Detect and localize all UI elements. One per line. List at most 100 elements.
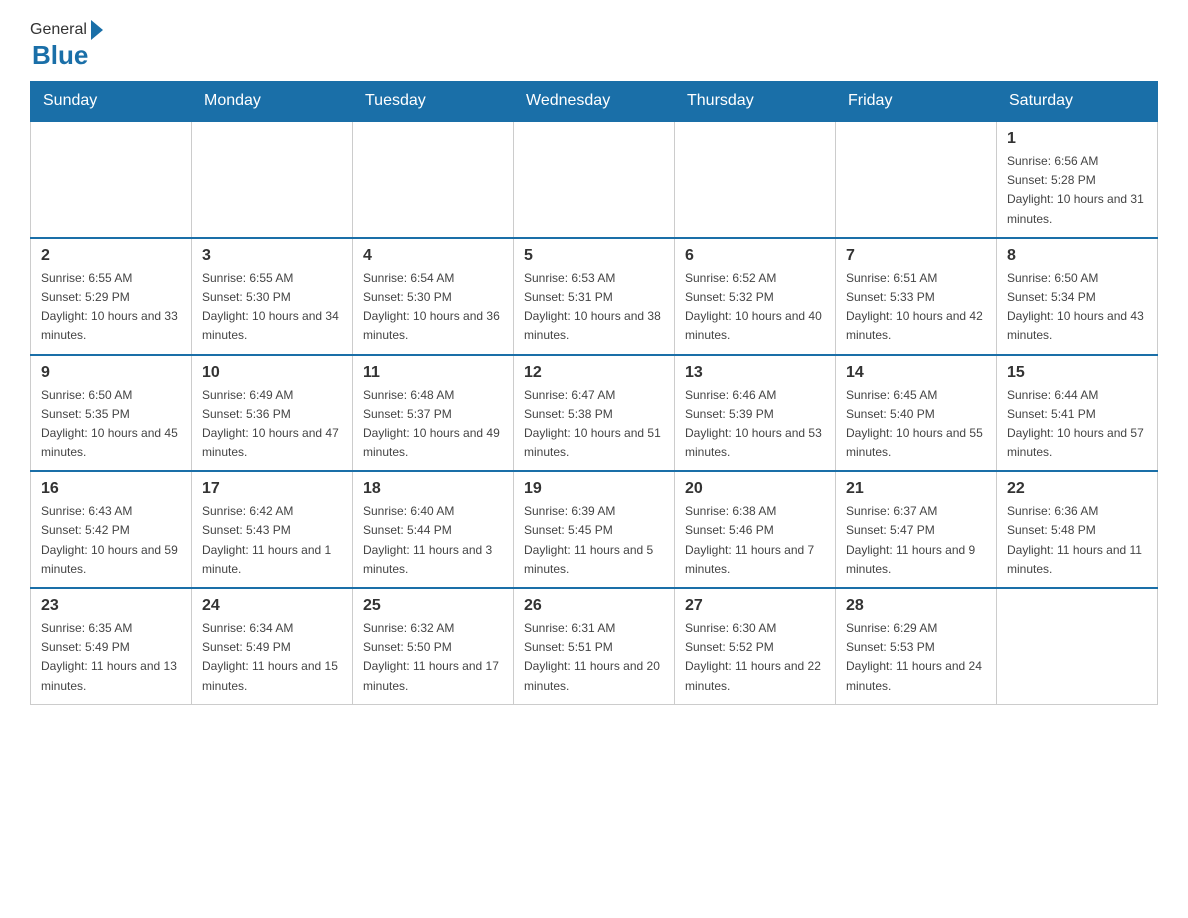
day-info: Sunrise: 6:48 AMSunset: 5:37 PMDaylight:… (363, 386, 503, 463)
day-number: 3 (202, 247, 342, 265)
calendar-cell: 5 Sunrise: 6:53 AMSunset: 5:31 PMDaylight… (514, 238, 675, 355)
day-number: 8 (1007, 247, 1147, 265)
calendar-week-5: 23 Sunrise: 6:35 AMSunset: 5:49 PMDayligh… (31, 588, 1158, 704)
day-number: 16 (41, 480, 181, 498)
day-info: Sunrise: 6:35 AMSunset: 5:49 PMDaylight:… (41, 619, 181, 696)
day-number: 17 (202, 480, 342, 498)
calendar-cell: 8 Sunrise: 6:50 AMSunset: 5:34 PMDaylight… (997, 238, 1158, 355)
day-info: Sunrise: 6:30 AMSunset: 5:52 PMDaylight:… (685, 619, 825, 696)
calendar-cell: 1 Sunrise: 6:56 AMSunset: 5:28 PMDaylight… (997, 121, 1158, 238)
day-info: Sunrise: 6:38 AMSunset: 5:46 PMDaylight:… (685, 502, 825, 579)
calendar-cell: 25 Sunrise: 6:32 AMSunset: 5:50 PMDayligh… (353, 588, 514, 704)
calendar-header-monday: Monday (192, 82, 353, 122)
day-info: Sunrise: 6:55 AMSunset: 5:30 PMDaylight:… (202, 269, 342, 346)
day-info: Sunrise: 6:29 AMSunset: 5:53 PMDaylight:… (846, 619, 986, 696)
day-number: 5 (524, 247, 664, 265)
day-number: 1 (1007, 130, 1147, 148)
logo-blue-text: Blue (30, 40, 103, 71)
day-info: Sunrise: 6:34 AMSunset: 5:49 PMDaylight:… (202, 619, 342, 696)
day-info: Sunrise: 6:50 AMSunset: 5:35 PMDaylight:… (41, 386, 181, 463)
day-info: Sunrise: 6:49 AMSunset: 5:36 PMDaylight:… (202, 386, 342, 463)
calendar-cell: 26 Sunrise: 6:31 AMSunset: 5:51 PMDayligh… (514, 588, 675, 704)
calendar-cell: 21 Sunrise: 6:37 AMSunset: 5:47 PMDayligh… (836, 471, 997, 588)
calendar-header-wednesday: Wednesday (514, 82, 675, 122)
calendar-cell: 27Sunrise: 6:30 AMSunset: 5:52 PMDayligh… (675, 588, 836, 704)
day-info: Sunrise: 6:53 AMSunset: 5:31 PMDaylight:… (524, 269, 664, 346)
calendar-cell (836, 121, 997, 238)
day-info: Sunrise: 6:31 AMSunset: 5:51 PMDaylight:… (524, 619, 664, 696)
day-number: 15 (1007, 364, 1147, 382)
calendar-cell: 18 Sunrise: 6:40 AMSunset: 5:44 PMDayligh… (353, 471, 514, 588)
day-info: Sunrise: 6:46 AMSunset: 5:39 PMDaylight:… (685, 386, 825, 463)
day-info: Sunrise: 6:42 AMSunset: 5:43 PMDaylight:… (202, 502, 342, 579)
calendar-cell (353, 121, 514, 238)
day-info: Sunrise: 6:51 AMSunset: 5:33 PMDaylight:… (846, 269, 986, 346)
day-info: Sunrise: 6:43 AMSunset: 5:42 PMDaylight:… (41, 502, 181, 579)
calendar-cell: 17 Sunrise: 6:42 AMSunset: 5:43 PMDayligh… (192, 471, 353, 588)
calendar-cell: 24 Sunrise: 6:34 AMSunset: 5:49 PMDayligh… (192, 588, 353, 704)
calendar-cell: 2Sunrise: 6:55 AMSunset: 5:29 PMDaylight… (31, 238, 192, 355)
day-number: 6 (685, 247, 825, 265)
day-number: 12 (524, 364, 664, 382)
calendar-cell: 12 Sunrise: 6:47 AMSunset: 5:38 PMDayligh… (514, 355, 675, 472)
day-info: Sunrise: 6:55 AMSunset: 5:29 PMDaylight:… (41, 269, 181, 346)
day-number: 24 (202, 597, 342, 615)
page-header: General Blue (30, 20, 1158, 71)
day-number: 19 (524, 480, 664, 498)
day-number: 22 (1007, 480, 1147, 498)
calendar-cell: 20 Sunrise: 6:38 AMSunset: 5:46 PMDayligh… (675, 471, 836, 588)
calendar-cell (192, 121, 353, 238)
day-number: 18 (363, 480, 503, 498)
day-info: Sunrise: 6:32 AMSunset: 5:50 PMDaylight:… (363, 619, 503, 696)
calendar-week-3: 9Sunrise: 6:50 AMSunset: 5:35 PMDaylight… (31, 355, 1158, 472)
calendar-cell: 10Sunrise: 6:49 AMSunset: 5:36 PMDayligh… (192, 355, 353, 472)
day-number: 21 (846, 480, 986, 498)
day-number: 28 (846, 597, 986, 615)
logo: General Blue (30, 20, 103, 71)
day-info: Sunrise: 6:39 AMSunset: 5:45 PMDaylight:… (524, 502, 664, 579)
logo-arrow-icon (91, 20, 103, 40)
day-info: Sunrise: 6:40 AMSunset: 5:44 PMDaylight:… (363, 502, 503, 579)
day-number: 14 (846, 364, 986, 382)
day-info: Sunrise: 6:54 AMSunset: 5:30 PMDaylight:… (363, 269, 503, 346)
calendar-cell: 11 Sunrise: 6:48 AMSunset: 5:37 PMDayligh… (353, 355, 514, 472)
day-number: 26 (524, 597, 664, 615)
calendar-cell: 7 Sunrise: 6:51 AMSunset: 5:33 PMDaylight… (836, 238, 997, 355)
day-info: Sunrise: 6:52 AMSunset: 5:32 PMDaylight:… (685, 269, 825, 346)
calendar-week-1: 1 Sunrise: 6:56 AMSunset: 5:28 PMDaylight… (31, 121, 1158, 238)
logo-line1: General (30, 20, 103, 40)
calendar-cell: 15Sunrise: 6:44 AMSunset: 5:41 PMDayligh… (997, 355, 1158, 472)
calendar-header-tuesday: Tuesday (353, 82, 514, 122)
calendar-header-row: SundayMondayTuesdayWednesdayThursdayFrid… (31, 82, 1158, 122)
calendar-week-4: 16 Sunrise: 6:43 AMSunset: 5:42 PMDayligh… (31, 471, 1158, 588)
calendar-table: SundayMondayTuesdayWednesdayThursdayFrid… (30, 81, 1158, 705)
calendar-cell: 6 Sunrise: 6:52 AMSunset: 5:32 PMDaylight… (675, 238, 836, 355)
day-info: Sunrise: 6:47 AMSunset: 5:38 PMDaylight:… (524, 386, 664, 463)
calendar-cell: 28 Sunrise: 6:29 AMSunset: 5:53 PMDayligh… (836, 588, 997, 704)
calendar-cell: 13 Sunrise: 6:46 AMSunset: 5:39 PMDayligh… (675, 355, 836, 472)
calendar-cell (31, 121, 192, 238)
day-info: Sunrise: 6:36 AMSunset: 5:48 PMDaylight:… (1007, 502, 1147, 579)
day-number: 20 (685, 480, 825, 498)
day-number: 7 (846, 247, 986, 265)
day-number: 11 (363, 364, 503, 382)
calendar-cell: 23 Sunrise: 6:35 AMSunset: 5:49 PMDayligh… (31, 588, 192, 704)
calendar-header-thursday: Thursday (675, 82, 836, 122)
day-number: 23 (41, 597, 181, 615)
day-info: Sunrise: 6:37 AMSunset: 5:47 PMDaylight:… (846, 502, 986, 579)
day-number: 4 (363, 247, 503, 265)
day-info: Sunrise: 6:50 AMSunset: 5:34 PMDaylight:… (1007, 269, 1147, 346)
calendar-cell: 4 Sunrise: 6:54 AMSunset: 5:30 PMDaylight… (353, 238, 514, 355)
day-number: 13 (685, 364, 825, 382)
day-info: Sunrise: 6:56 AMSunset: 5:28 PMDaylight:… (1007, 152, 1147, 229)
calendar-cell: 3 Sunrise: 6:55 AMSunset: 5:30 PMDaylight… (192, 238, 353, 355)
calendar-cell (997, 588, 1158, 704)
calendar-header-sunday: Sunday (31, 82, 192, 122)
calendar-cell (514, 121, 675, 238)
calendar-header-saturday: Saturday (997, 82, 1158, 122)
day-number: 25 (363, 597, 503, 615)
calendar-cell: 19 Sunrise: 6:39 AMSunset: 5:45 PMDayligh… (514, 471, 675, 588)
calendar-cell: 22 Sunrise: 6:36 AMSunset: 5:48 PMDayligh… (997, 471, 1158, 588)
logo-general-text: General (30, 21, 87, 39)
calendar-header-friday: Friday (836, 82, 997, 122)
